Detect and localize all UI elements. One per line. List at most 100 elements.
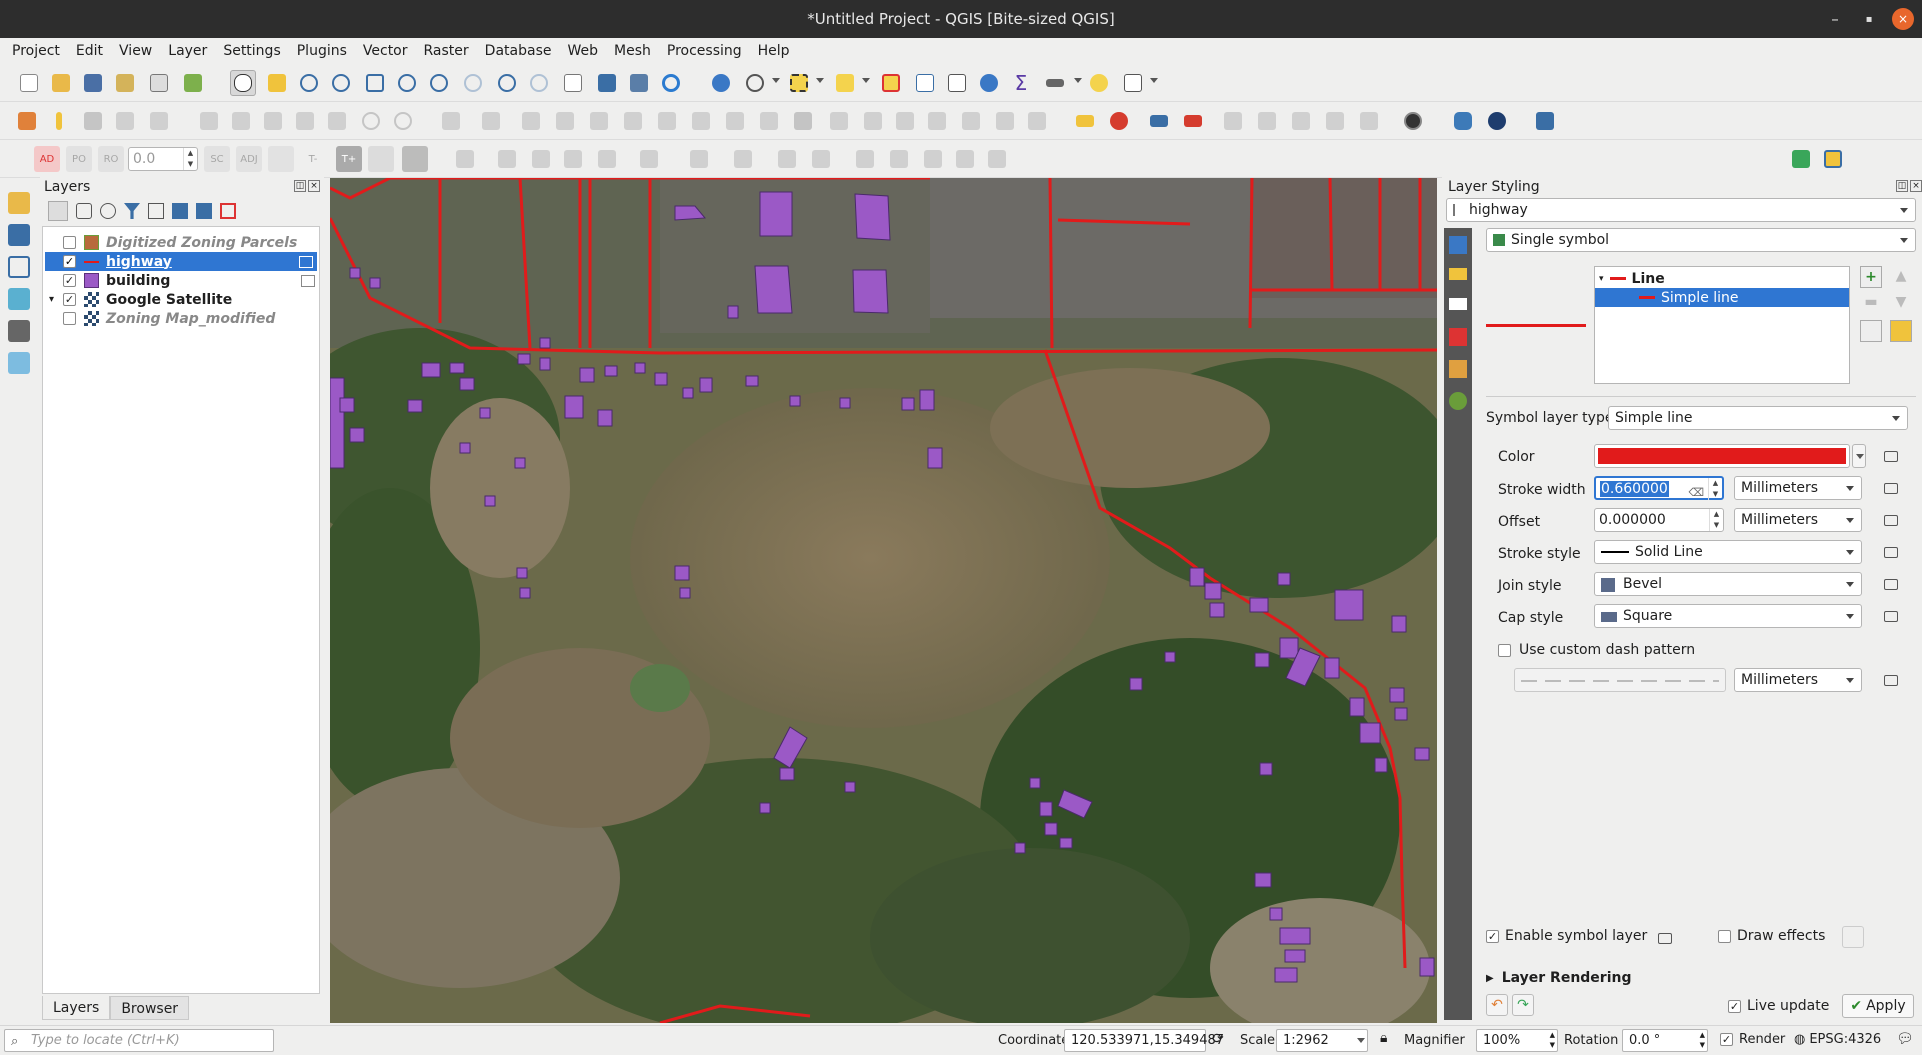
processing-tool-8[interactable]: [730, 146, 756, 172]
join-style-combo[interactable]: Bevel: [1594, 572, 1862, 596]
spinner-icon[interactable]: ▲ ▼: [1708, 478, 1722, 500]
menu-layer[interactable]: Layer: [160, 38, 215, 64]
zoom-in-button[interactable]: [296, 70, 322, 96]
apply-button[interactable]: ✔ Apply: [1842, 994, 1914, 1018]
delete-selected-button[interactable]: [228, 108, 254, 134]
map-tips-button[interactable]: [742, 70, 768, 96]
data-source-manager-icon[interactable]: [8, 192, 30, 214]
filter-expression-icon[interactable]: [148, 203, 164, 219]
pan-to-selection-button[interactable]: [264, 70, 290, 96]
pin-labels-button[interactable]: [1220, 108, 1246, 134]
globe-plugin-button[interactable]: [1484, 108, 1510, 134]
stroke-style-combo[interactable]: Solid Line: [1594, 540, 1862, 564]
draw-effects-checkbox[interactable]: [1718, 929, 1731, 943]
chevron-down-icon[interactable]: [1074, 78, 1082, 83]
move-up-button[interactable]: ▲: [1890, 266, 1912, 288]
menu-mesh[interactable]: Mesh: [606, 38, 659, 64]
offset-point-symbols-button[interactable]: [1024, 108, 1050, 134]
minimize-button[interactable]: –: [1818, 0, 1852, 38]
new-virtual-layer-icon[interactable]: [8, 320, 30, 342]
zoom-to-selection-button[interactable]: [394, 70, 420, 96]
zoom-last-button[interactable]: [494, 70, 520, 96]
add-group-icon[interactable]: [76, 203, 92, 219]
symbol-layer-type-combo[interactable]: Simple line: [1608, 406, 1908, 430]
advanced-digitizing-sc[interactable]: SC: [204, 146, 230, 172]
field-calculator-button[interactable]: Σ: [1008, 70, 1034, 96]
advanced-digitizing-tminus[interactable]: T-: [300, 146, 326, 172]
modify-attributes-button[interactable]: [196, 108, 222, 134]
live-update-checkbox[interactable]: ✓: [1728, 999, 1741, 1013]
rotate-label-button[interactable]: [1322, 108, 1348, 134]
offset-unit-combo[interactable]: Millimeters: [1734, 508, 1862, 532]
clear-icon[interactable]: ⌫: [1688, 482, 1704, 504]
identify-features-button[interactable]: [708, 70, 734, 96]
locator-search-input[interactable]: ⌕ Type to locate (Ctrl+K): [4, 1029, 274, 1052]
symbol-tree-root[interactable]: ▾ Line: [1599, 269, 1665, 288]
processing-tool-14[interactable]: [952, 146, 978, 172]
zoom-to-layer-button[interactable]: [426, 70, 452, 96]
extents-toggle-icon[interactable]: ⟳: [1212, 1031, 1224, 1047]
render-toggle[interactable]: ✓ Render: [1720, 1032, 1785, 1047]
data-defined-override-button[interactable]: [1654, 928, 1676, 948]
data-defined-override-button[interactable]: [1880, 478, 1902, 498]
new-spatialite-icon[interactable]: [8, 352, 30, 374]
dash-unit-combo[interactable]: Millimeters: [1734, 668, 1862, 692]
merge-attributes-button[interactable]: [958, 108, 984, 134]
merge-features-button[interactable]: [924, 108, 950, 134]
undo-button[interactable]: [358, 108, 384, 134]
menu-raster[interactable]: Raster: [416, 38, 477, 64]
new-project-button[interactable]: [16, 70, 42, 96]
new-temporary-layer-icon[interactable]: [8, 288, 30, 310]
advanced-digitizing-tplus[interactable]: T+: [336, 146, 362, 172]
zoom-out-button[interactable]: [328, 70, 354, 96]
expand-arrow-icon[interactable]: ▶: [1486, 973, 1494, 984]
color-dropdown[interactable]: [1852, 444, 1866, 468]
text-annotation-button[interactable]: [1120, 70, 1146, 96]
new-bookmark-button[interactable]: [594, 70, 620, 96]
processing-tool-6[interactable]: [636, 146, 662, 172]
move-feature-button[interactable]: [518, 108, 544, 134]
manage-themes-icon[interactable]: [100, 203, 116, 219]
processing-tool-12[interactable]: [886, 146, 912, 172]
scale-combo[interactable]: 1:2962: [1276, 1029, 1368, 1052]
menu-settings[interactable]: Settings: [215, 38, 288, 64]
layer-row-digitized-zoning-parcels[interactable]: Digitized Zoning Parcels: [63, 233, 319, 252]
current-edits-button[interactable]: [14, 108, 40, 134]
offset-input[interactable]: 0.000000 ▲ ▼: [1594, 508, 1724, 532]
layer-row-zoning-map-modified[interactable]: Zoning Map_modified: [63, 309, 319, 328]
diagram-button[interactable]: [1106, 108, 1132, 134]
data-defined-override-button[interactable]: [1880, 542, 1902, 562]
save-edits-button[interactable]: [80, 108, 106, 134]
offset-curve-button[interactable]: [826, 108, 852, 134]
data-defined-override-button[interactable]: [1880, 606, 1902, 626]
menu-web[interactable]: Web: [559, 38, 606, 64]
reshape-button[interactable]: [790, 108, 816, 134]
rotate-feature-button[interactable]: [552, 108, 578, 134]
processing-tool-15[interactable]: [984, 146, 1010, 172]
add-symbol-layer-button[interactable]: +: [1860, 266, 1882, 288]
select-by-value-button[interactable]: [832, 70, 858, 96]
style-manager-button[interactable]: [180, 70, 206, 96]
advanced-digitizing-ro[interactable]: RO: [98, 146, 124, 172]
save-project-button[interactable]: [80, 70, 106, 96]
change-label-button[interactable]: [1356, 108, 1382, 134]
rotate-point-symbols-button[interactable]: [992, 108, 1018, 134]
data-defined-override-button[interactable]: [1880, 510, 1902, 530]
delete-part-button[interactable]: [756, 108, 782, 134]
maximize-button[interactable]: ▪: [1852, 0, 1886, 38]
map-canvas[interactable]: [330, 178, 1437, 1023]
add-ring-button[interactable]: [620, 108, 646, 134]
menu-help[interactable]: Help: [750, 38, 798, 64]
chevron-down-icon[interactable]: [772, 78, 780, 83]
toggle-editing-button[interactable]: [46, 108, 72, 134]
advanced-digitizing-construct[interactable]: [402, 146, 428, 172]
open-styling-icon[interactable]: [48, 201, 68, 221]
collapse-all-icon[interactable]: [196, 203, 212, 219]
gps-button[interactable]: [1400, 108, 1426, 134]
show-hide-labels-button[interactable]: [1254, 108, 1280, 134]
enable-symbol-layer-checkbox[interactable]: ✓: [1486, 929, 1499, 943]
processing-tool-4[interactable]: [560, 146, 586, 172]
copy-features-button[interactable]: [292, 108, 318, 134]
processing-tool-9[interactable]: [774, 146, 800, 172]
layer-indicator-icon[interactable]: [301, 274, 315, 287]
